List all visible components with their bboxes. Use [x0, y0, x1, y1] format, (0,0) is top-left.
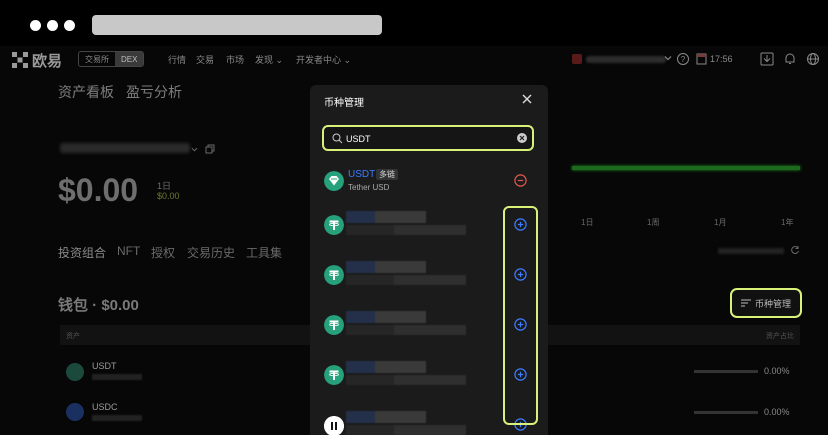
account-name-redacted[interactable]: [586, 56, 666, 63]
asset-share-bar: [694, 411, 758, 414]
chart-period-1y[interactable]: 1年: [781, 217, 793, 228]
token-name-redacted: [346, 361, 426, 373]
chevron-down-icon[interactable]: [664, 54, 672, 62]
asset-share-bar: [694, 370, 758, 373]
window-dot-close[interactable]: [30, 20, 41, 31]
tab-pnl-analysis[interactable]: 盈亏分析: [126, 82, 182, 102]
filter-lines-icon: [740, 299, 751, 307]
total-balance: $0.00: [58, 172, 139, 208]
manage-tokens-dialog: 币种管理 USDT 多链 Tether USD: [310, 85, 548, 435]
token-search-field[interactable]: [322, 125, 534, 151]
token-subtitle-redacted: [346, 375, 466, 385]
top-nav: 欧易 交易所 DEX 行情 交易 市场 发现 ⌄ 开发者中心 ⌄ ? 17:56: [0, 46, 828, 72]
add-token-icon[interactable]: [514, 368, 527, 381]
help-icon[interactable]: ?: [676, 52, 690, 66]
window-dot-minimize[interactable]: [47, 20, 58, 31]
tether-coin-icon: [324, 365, 344, 385]
asset-percent: 0.00%: [764, 366, 790, 376]
dialog-title: 币种管理: [324, 98, 364, 109]
manage-tokens-label: 币种管理: [754, 298, 791, 309]
search-icon: [332, 133, 343, 144]
logo-text: 欧易: [32, 53, 63, 70]
token-search-input[interactable]: [346, 130, 506, 147]
tether-coin-icon: [324, 315, 344, 335]
add-token-icon[interactable]: [514, 218, 527, 231]
tether-coin-icon: [66, 363, 84, 381]
tab-approvals[interactable]: 授权: [151, 244, 175, 261]
mode-switch: 交易所 DEX: [78, 51, 145, 67]
nav-item-market[interactable]: 行情: [168, 53, 186, 66]
chart-period-1d[interactable]: 1日: [581, 217, 593, 228]
mode-tab-exchange[interactable]: 交易所: [79, 52, 115, 66]
chart-period-1m[interactable]: 1月: [714, 217, 726, 228]
add-token-icon[interactable]: [514, 318, 527, 331]
wallet-address-redacted[interactable]: [60, 143, 190, 153]
add-buttons-highlight: [503, 206, 538, 425]
calendar-clock-icon: [696, 53, 707, 65]
window-dot-maximize[interactable]: [64, 20, 75, 31]
header-asset: 资产: [66, 333, 80, 340]
close-icon[interactable]: [520, 92, 534, 106]
asset-percent: 0.00%: [764, 407, 790, 417]
token-name-redacted: [346, 411, 426, 423]
chevron-down-icon[interactable]: [191, 146, 198, 153]
token-full-name: Tether USD: [348, 183, 390, 192]
token-subtitle-redacted: [346, 325, 466, 335]
account-avatar[interactable]: [572, 54, 582, 64]
tab-history[interactable]: 交易历史: [187, 244, 235, 261]
token-subtitle-redacted: [346, 425, 466, 435]
token-symbol: USDT: [348, 169, 376, 180]
token-name-redacted: [346, 311, 426, 323]
token-name-redacted: [346, 211, 426, 223]
asset-name: USDT: [92, 361, 117, 371]
tab-nft[interactable]: NFT: [117, 244, 140, 258]
pause-icon[interactable]: [324, 416, 344, 435]
tether-coin-icon: [324, 215, 344, 235]
nav-item-trade[interactable]: 交易: [196, 53, 214, 66]
wallet-title: 钱包 · $0.00: [58, 297, 139, 314]
chart-period-1w[interactable]: 1周: [647, 217, 659, 228]
header-share: 资产占比: [766, 333, 794, 340]
nav-item-discover[interactable]: 发现 ⌄: [255, 53, 283, 66]
address-bar[interactable]: [92, 15, 382, 35]
multichain-badge: 多链: [376, 169, 398, 180]
token-subtitle-redacted: [346, 275, 466, 285]
okx-logo-icon[interactable]: [12, 52, 28, 68]
asset-name: USDC: [92, 402, 118, 412]
nav-item-marketplace[interactable]: 市场: [226, 53, 244, 66]
asset-sub-redacted: [92, 415, 142, 421]
mode-tab-dex[interactable]: DEX: [115, 52, 144, 66]
add-token-icon[interactable]: [514, 418, 527, 431]
period-change: $0.00: [157, 191, 180, 201]
svg-text:?: ?: [681, 55, 686, 64]
clear-icon[interactable]: [517, 133, 527, 143]
download-icon[interactable]: [760, 52, 774, 66]
tether-coin-icon: [324, 265, 344, 285]
usdc-coin-icon: [66, 403, 84, 421]
bell-icon[interactable]: [783, 52, 797, 66]
manage-tokens-button[interactable]: 币种管理: [730, 288, 802, 318]
refresh-status-redacted: [718, 248, 784, 254]
balance-chart-line: [572, 166, 800, 170]
tab-portfolio[interactable]: 投资组合: [58, 244, 106, 261]
token-name-redacted: [346, 261, 426, 273]
clock-time: 17:56: [710, 54, 733, 64]
add-token-icon[interactable]: [514, 268, 527, 281]
asset-sub-redacted: [92, 374, 142, 380]
tether-diamond-icon: [324, 171, 344, 191]
tab-tools[interactable]: 工具集: [246, 244, 282, 261]
remove-token-icon[interactable]: [514, 174, 527, 187]
nav-item-developer[interactable]: 开发者中心 ⌄: [296, 53, 351, 66]
globe-icon[interactable]: [806, 52, 820, 66]
copy-icon[interactable]: [205, 144, 215, 154]
token-subtitle-redacted: [346, 225, 466, 235]
refresh-icon[interactable]: [790, 245, 800, 255]
browser-chrome: [0, 0, 828, 46]
tab-asset-board[interactable]: 资产看板: [58, 82, 114, 102]
